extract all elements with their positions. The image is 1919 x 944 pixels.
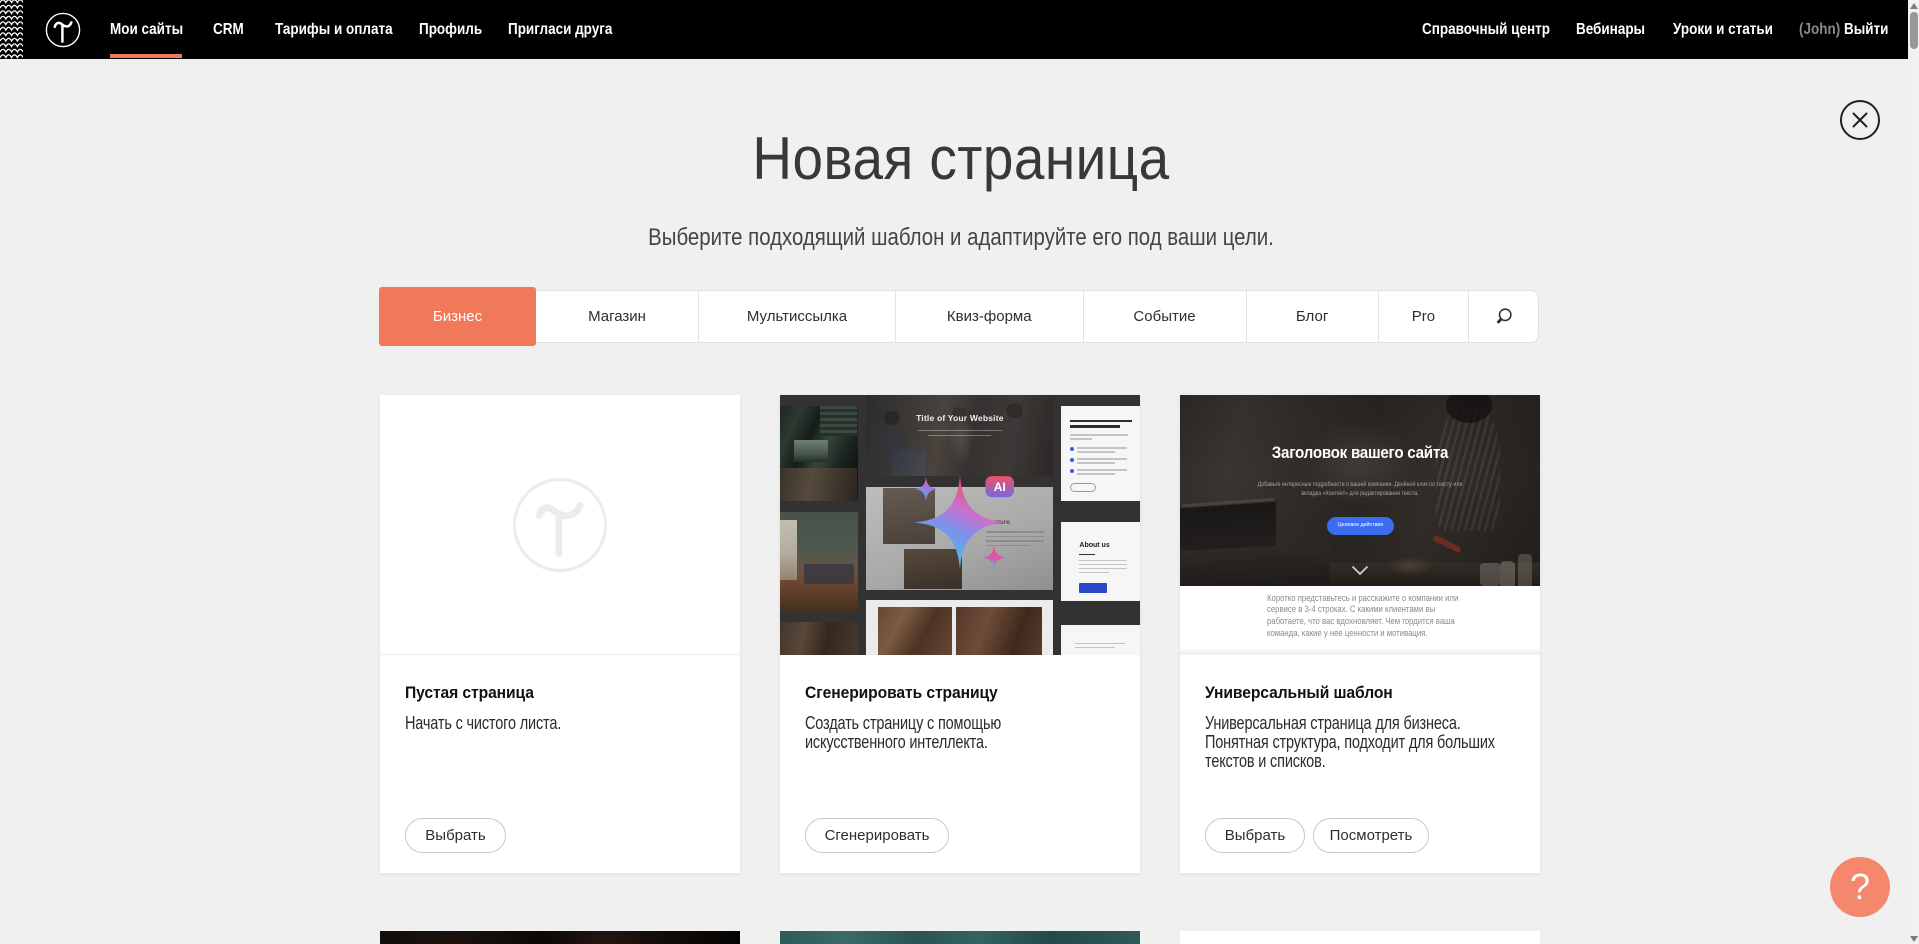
svg-text:AI: AI: [994, 480, 1006, 494]
